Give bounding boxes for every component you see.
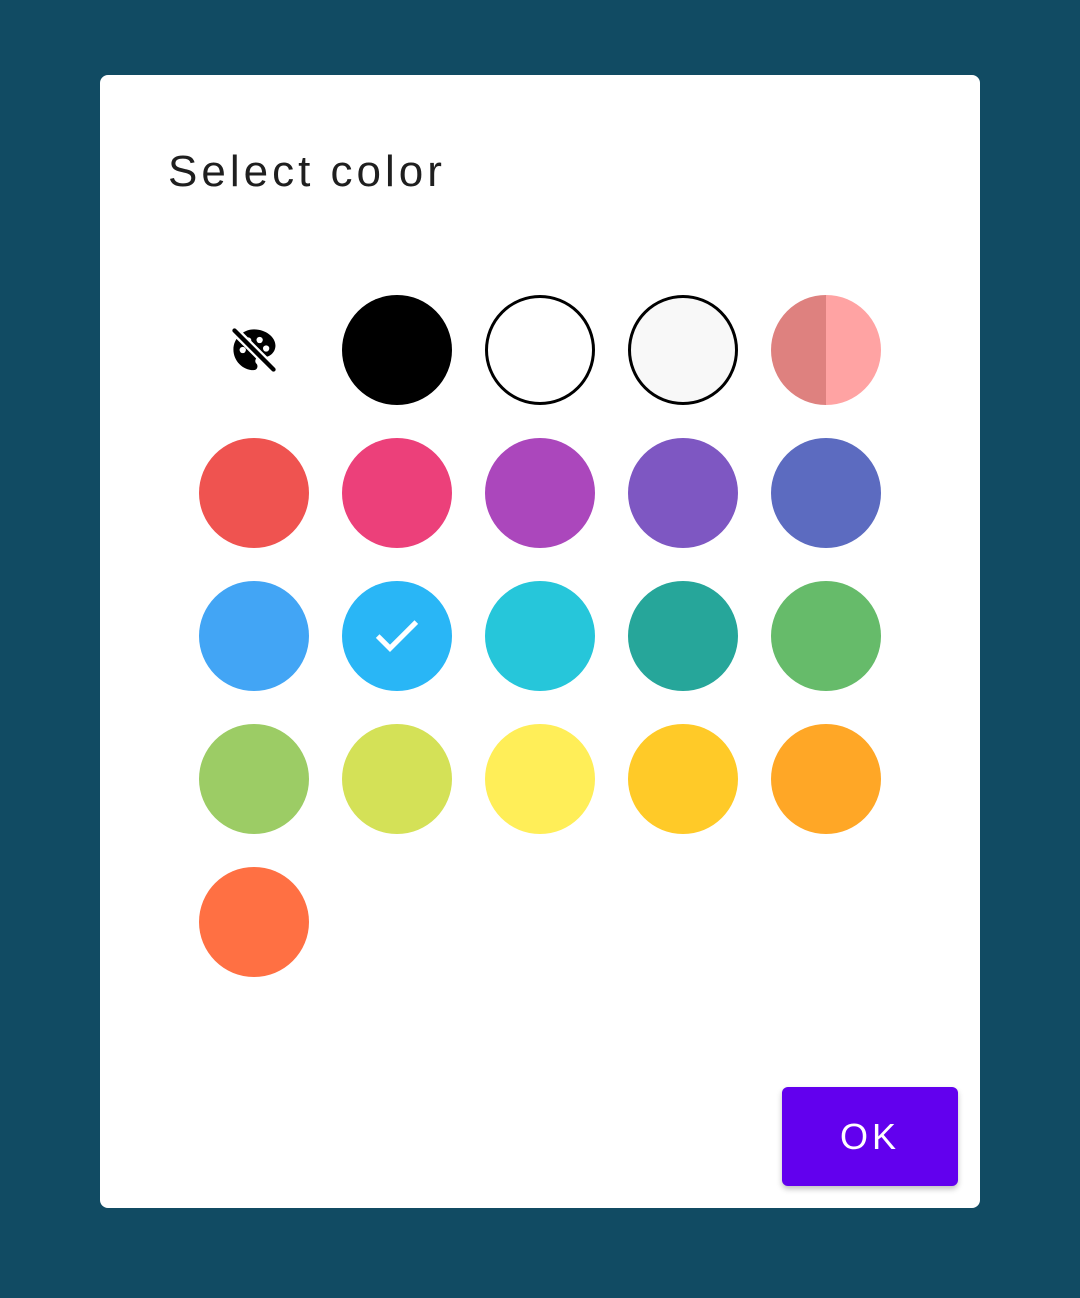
color-picker-dialog: Select color OK bbox=[100, 75, 980, 1208]
swatch-light-blue[interactable] bbox=[342, 581, 452, 691]
swatch-pink[interactable] bbox=[342, 438, 452, 548]
swatch-teal[interactable] bbox=[628, 581, 738, 691]
swatch-amber[interactable] bbox=[628, 724, 738, 834]
swatch-no-color[interactable] bbox=[199, 295, 309, 405]
swatch-white[interactable] bbox=[485, 295, 595, 405]
swatch-pink-split[interactable] bbox=[771, 295, 881, 405]
swatch-blue[interactable] bbox=[199, 581, 309, 691]
ok-button[interactable]: OK bbox=[782, 1087, 958, 1186]
palette-off-icon bbox=[228, 324, 280, 376]
swatch-yellow[interactable] bbox=[485, 724, 595, 834]
swatch-cyan[interactable] bbox=[485, 581, 595, 691]
swatch-purple[interactable] bbox=[485, 438, 595, 548]
swatch-green[interactable] bbox=[771, 581, 881, 691]
dialog-title: Select color bbox=[168, 147, 446, 196]
swatch-black[interactable] bbox=[342, 295, 452, 405]
swatch-deep-purple[interactable] bbox=[628, 438, 738, 548]
check-icon bbox=[369, 608, 425, 664]
swatch-red[interactable] bbox=[199, 438, 309, 548]
swatch-lime[interactable] bbox=[342, 724, 452, 834]
swatch-indigo[interactable] bbox=[771, 438, 881, 548]
swatch-orange[interactable] bbox=[771, 724, 881, 834]
swatch-off-white[interactable] bbox=[628, 295, 738, 405]
swatch-light-green[interactable] bbox=[199, 724, 309, 834]
swatch-deep-orange[interactable] bbox=[199, 867, 309, 977]
